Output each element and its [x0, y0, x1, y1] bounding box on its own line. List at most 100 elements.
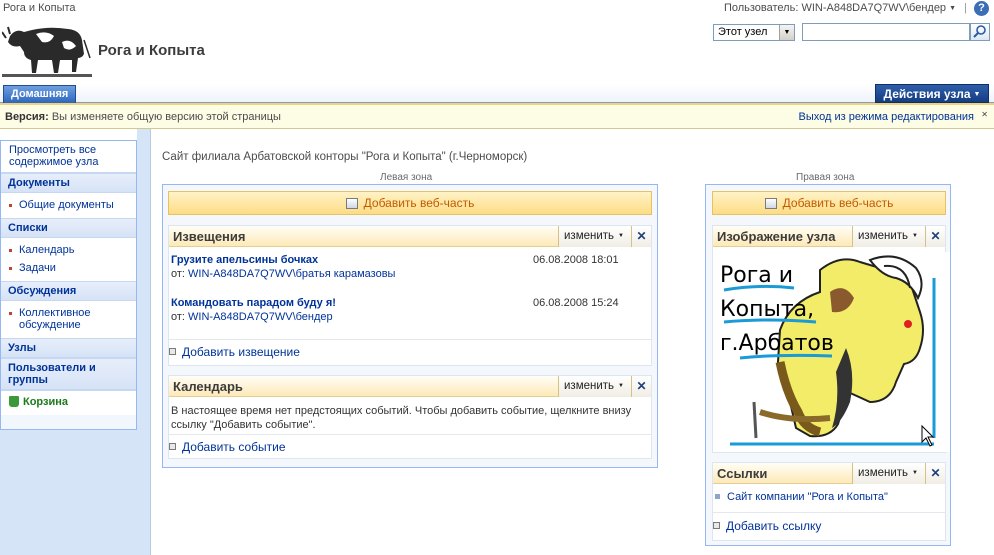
- add-event-link[interactable]: Добавить событие: [169, 440, 286, 454]
- webpart-title[interactable]: Извещения: [173, 229, 245, 244]
- add-webpart-button[interactable]: Добавить веб-часть: [168, 191, 652, 215]
- edit-menu-label: изменить: [858, 230, 909, 242]
- bullet-icon: [9, 267, 12, 270]
- site-actions-menu[interactable]: Действия узла ▼: [875, 84, 989, 103]
- nav-item-label: Коллективное обсуждение: [19, 307, 91, 331]
- site-image-text-line-1: Рога и: [720, 263, 793, 288]
- edit-menu-label: изменить: [858, 467, 909, 479]
- webpart-header: Ссылки изменить ▼ ✕: [713, 463, 945, 484]
- nav-item-label: Задачи: [19, 262, 56, 274]
- version-label: Версия:: [5, 111, 49, 123]
- right-zone-label: Правая зона: [796, 172, 855, 183]
- announcement-date: 06.08.2008 15:24: [533, 297, 619, 309]
- exit-edit-mode-link[interactable]: Выход из режима редактирования: [799, 111, 974, 123]
- edit-menu-button[interactable]: изменить ▼: [852, 463, 925, 484]
- user-menu-label: Пользователь: WIN-A848DA7Q7WV\бендер: [723, 2, 947, 14]
- bullet-icon: [9, 204, 12, 207]
- nav-group-discussions: Коллективное обсуждение: [1, 301, 136, 338]
- nav-item-label: Календарь: [19, 244, 75, 256]
- version-status: Версия: Вы изменяете общую версию этой с…: [5, 111, 281, 123]
- add-event-label: Добавить событие: [182, 440, 286, 454]
- breadcrumb-site-name[interactable]: Рога и Копыта: [3, 2, 76, 14]
- close-icon[interactable]: ✕: [631, 226, 651, 247]
- site-image-webpart: Изображение узла изменить ▼ ✕ Рога и Копы…: [712, 225, 950, 453]
- site-image-text-line-3: г.Арбатов: [720, 331, 834, 356]
- announcements-webpart: Извещения изменить ▼ ✕ Грузите апельсины …: [168, 225, 652, 366]
- webpart-title[interactable]: Изображение узла: [717, 229, 835, 244]
- chevron-down-icon: ▼: [949, 5, 956, 12]
- edit-menu-button[interactable]: изменить ▼: [558, 226, 631, 247]
- search-input[interactable]: [802, 23, 970, 41]
- leftnav-filler: [0, 430, 150, 555]
- edit-menu-button[interactable]: изменить ▼: [558, 376, 631, 397]
- left-zone-label: Левая зона: [380, 172, 433, 183]
- site-image-text-line-2: Копыта,: [720, 297, 814, 322]
- add-announcement-link[interactable]: Добавить извещение: [169, 345, 300, 359]
- nav-item-team-discussion[interactable]: Коллективное обсуждение: [1, 304, 136, 334]
- close-icon[interactable]: ✕: [981, 110, 988, 119]
- calendar-empty-message: В настоящее время нет предстоящих событи…: [171, 405, 632, 431]
- right-webpart-zone: Добавить веб-часть Изображение узла изме…: [705, 184, 951, 546]
- chevron-down-icon: ▼: [618, 233, 624, 239]
- page-description: Сайт филиала Арбатовской конторы "Рога и…: [162, 151, 528, 163]
- link-item-label: Сайт компании "Рога и Копыта": [727, 491, 888, 503]
- recycle-bin-label: Корзина: [23, 396, 68, 408]
- search-scope-value: Этот узел: [718, 26, 768, 38]
- site-logo-cow[interactable]: [2, 18, 92, 80]
- tab-home[interactable]: Домашняя: [3, 85, 77, 103]
- nav-header-sites[interactable]: Узлы: [1, 338, 136, 358]
- chevron-down-icon: ▼: [973, 91, 981, 98]
- add-icon: [713, 522, 720, 529]
- nav-header-documents[interactable]: Документы: [1, 173, 136, 193]
- announcement-date: 06.08.2008 18:01: [533, 254, 619, 266]
- bullet-icon: [715, 494, 720, 499]
- nav-header-discussions[interactable]: Обсуждения: [1, 281, 136, 301]
- webpart-header: Изображение узла изменить ▼ ✕: [713, 226, 945, 247]
- announcement-author[interactable]: WIN-A848DA7Q7WV\бендер: [188, 311, 333, 323]
- site-title[interactable]: Рога и Копыта: [98, 42, 205, 59]
- webpart-header: Календарь изменить ▼ ✕: [169, 376, 651, 397]
- edit-menu-label: изменить: [564, 380, 615, 392]
- nav-item-calendar[interactable]: Календарь: [1, 241, 136, 259]
- search-icon: [973, 25, 986, 38]
- announcement-author[interactable]: WIN-A848DA7Q7WV\братья карамазовы: [188, 268, 395, 280]
- webpart-title[interactable]: Календарь: [173, 379, 243, 394]
- nav-item-shared-documents[interactable]: Общие документы: [1, 196, 136, 214]
- recycle-bin-link[interactable]: Корзина: [1, 390, 136, 415]
- announcement-author-line: от: WIN-A848DA7Q7WV\бендер: [171, 311, 333, 323]
- add-icon: [169, 443, 176, 450]
- chevron-down-icon: ▼: [779, 25, 794, 40]
- nav-item-tasks[interactable]: Задачи: [1, 259, 136, 277]
- search-button[interactable]: [970, 23, 990, 41]
- edit-menu-label: изменить: [564, 230, 615, 242]
- announcement-title[interactable]: Командовать парадом буду я!: [171, 297, 336, 309]
- links-webpart: Ссылки изменить ▼ ✕ Сайт компании "Рога и…: [712, 462, 946, 541]
- chevron-down-icon: ▼: [912, 233, 918, 239]
- bullet-icon: [9, 312, 12, 315]
- announcement-from-label: от:: [171, 311, 185, 323]
- announcement-title[interactable]: Грузите апельсины бочках: [171, 254, 318, 266]
- user-menu[interactable]: Пользователь: WIN-A848DA7Q7WV\бендер ▼: [724, 2, 956, 14]
- close-icon[interactable]: ✕: [925, 463, 945, 484]
- view-all-site-content-link[interactable]: Просмотреть все содержимое узла: [1, 141, 136, 173]
- divider: [169, 434, 651, 435]
- add-link-link[interactable]: Добавить ссылку: [713, 519, 821, 533]
- site-image-goat: Рога и Копыта, г.Арбатов: [720, 252, 950, 452]
- calendar-webpart: Календарь изменить ▼ ✕ В настоящее время …: [168, 375, 652, 459]
- help-icon[interactable]: ?: [974, 1, 989, 16]
- nav-header-people-and-groups[interactable]: Пользователи и группы: [1, 358, 136, 390]
- close-icon[interactable]: ✕: [631, 376, 651, 397]
- edit-menu-button[interactable]: изменить ▼: [852, 226, 925, 247]
- webpart-title[interactable]: Ссылки: [717, 466, 767, 481]
- search-scope-select[interactable]: Этот узел ▼: [713, 24, 795, 41]
- chevron-down-icon: ▼: [912, 470, 918, 476]
- add-webpart-button[interactable]: Добавить веб-часть: [712, 191, 946, 215]
- webpart-header: Извещения изменить ▼ ✕: [169, 226, 651, 247]
- left-webpart-zone: Добавить веб-часть Извещения изменить ▼ ✕…: [162, 184, 658, 468]
- announcement-author-line: от: WIN-A848DA7Q7WV\братья карамазовы: [171, 268, 395, 280]
- link-item[interactable]: Сайт компании "Рога и Копыта": [715, 491, 888, 503]
- close-icon[interactable]: ✕: [925, 226, 945, 247]
- divider: [713, 512, 945, 513]
- add-webpart-icon: [345, 198, 358, 209]
- nav-header-lists[interactable]: Списки: [1, 218, 136, 238]
